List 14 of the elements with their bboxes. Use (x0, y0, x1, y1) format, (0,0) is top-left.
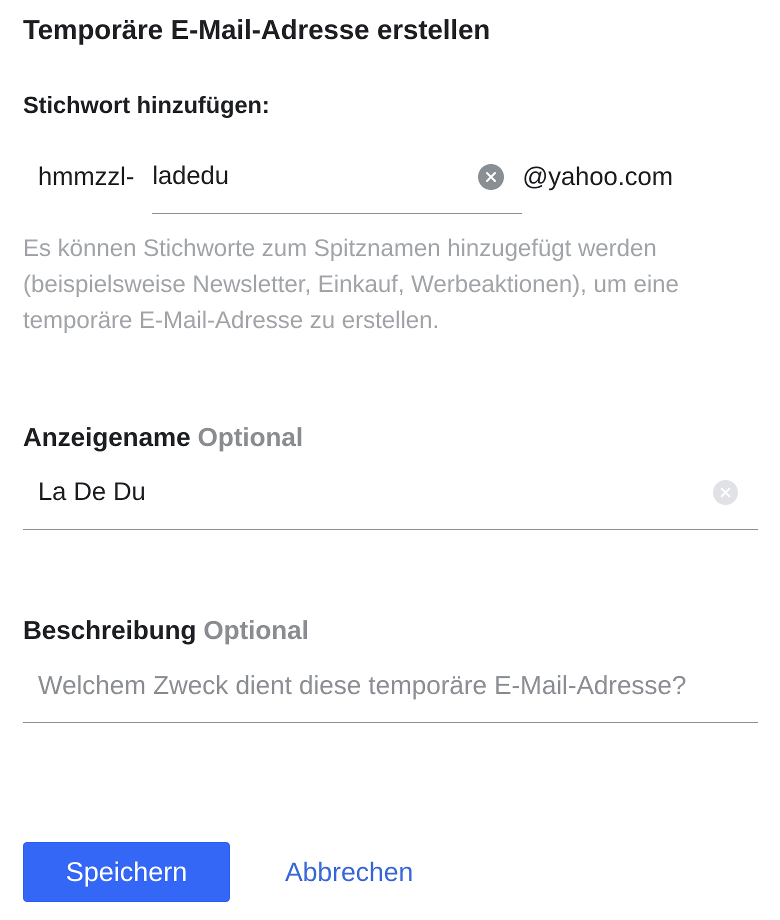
keyword-input-field[interactable]: ladedu (152, 140, 522, 214)
save-button[interactable]: Speichern (23, 842, 230, 902)
cancel-link[interactable]: Abbrechen (285, 856, 414, 888)
email-domain: @yahoo.com (522, 162, 673, 193)
clear-icon[interactable] (478, 164, 504, 190)
optional-tag: Optional (203, 614, 309, 646)
nickname-prefix: hmmzzl- (38, 162, 134, 193)
section-label: Stichwort hinzufügen: (23, 91, 270, 120)
help-text: Es können Stichworte zum Spitznamen hinzugefügt werden (beispielsweise Newsletter, Einkauf, Werbeaktionen), um eine temporäre E-Mail-Adresse zu erstellen. (23, 234, 680, 336)
description-input-field[interactable]: Welchem Zweck dient diese temporäre E-Mail-Adresse? (23, 648, 758, 723)
dialog-title: Temporäre E-Mail-Adresse erstellen (23, 13, 490, 47)
optional-tag: Optional (198, 421, 304, 453)
field-label: Beschreibung (23, 614, 196, 646)
field-label: Anzeigename (23, 421, 191, 453)
